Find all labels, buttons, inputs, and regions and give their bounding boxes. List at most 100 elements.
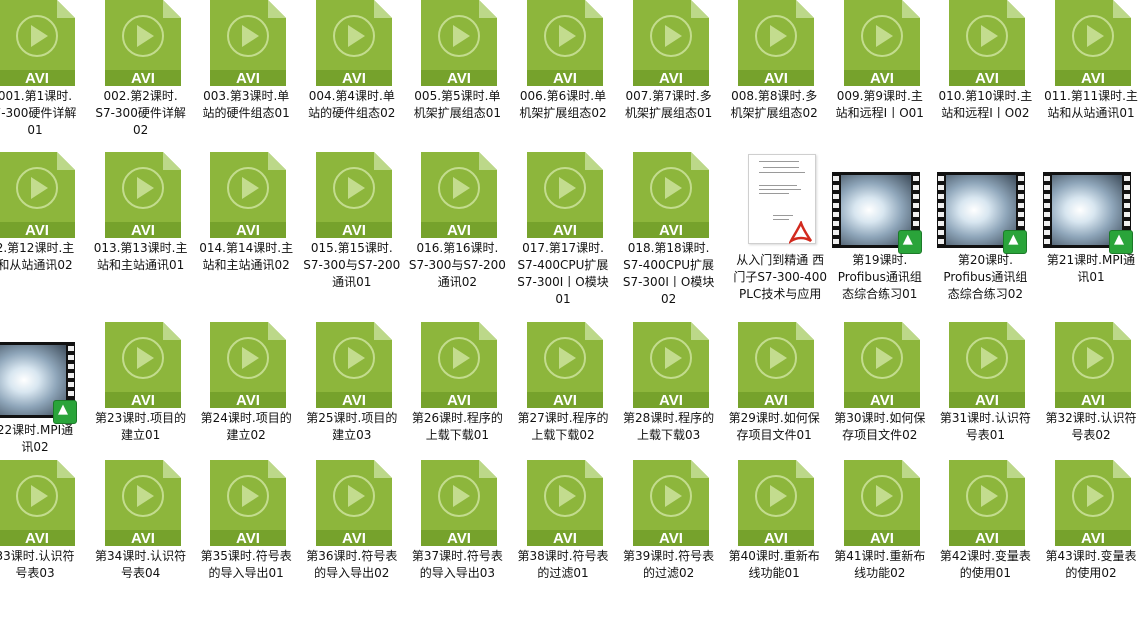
file-thumbnail[interactable]: AVI bbox=[300, 322, 404, 408]
file-thumbnail[interactable]: AVI bbox=[89, 460, 193, 546]
file-item[interactable]: AVI 013.第13课时.主 站和主站通讯01 bbox=[89, 152, 193, 312]
file-item[interactable]: AVI 010.第10课时.主 站和远程I丨O02 bbox=[933, 0, 1037, 160]
file-thumbnail[interactable]: AVI bbox=[405, 460, 509, 546]
file-item[interactable]: AVI 第39课时.符号表 的过滤02 bbox=[617, 460, 721, 620]
file-item[interactable]: AVI 004.第4课时.单 站的硬件组态02 bbox=[300, 0, 404, 160]
file-item[interactable]: AVI 014.第14课时.主 站和主站通讯02 bbox=[194, 152, 298, 312]
file-item[interactable]: AVI 第34课时.认识符 号表04 bbox=[89, 460, 193, 620]
file-thumbnail[interactable]: AVI bbox=[933, 0, 1037, 86]
file-thumbnail[interactable]: AVI bbox=[722, 0, 826, 86]
file-item[interactable]: AVI 第31课时.认识符 号表01 bbox=[933, 322, 1037, 482]
pdf-file-icon bbox=[748, 154, 817, 244]
file-item[interactable]: 第20课时.Profibus通讯组态综合练习02 bbox=[933, 152, 1037, 312]
file-item[interactable]: AVI 第37课时.符号表 的导入导出03 bbox=[405, 460, 509, 620]
file-item[interactable]: AVI 003.第3课时.单 站的硬件组态01 bbox=[194, 0, 298, 160]
file-item[interactable]: AVI 015.第15课时. S7-300与S7-200 通讯01 bbox=[300, 152, 404, 312]
file-thumbnail[interactable]: AVI bbox=[194, 460, 298, 546]
file-item[interactable]: AVI 008.第8课时.多 机架扩展组态02 bbox=[722, 0, 826, 160]
file-item[interactable]: AVI 第43课时.变量表 的使用02 bbox=[1039, 460, 1143, 620]
file-item[interactable]: AVI 第29课时.如何保 存项目文件01 bbox=[722, 322, 826, 482]
file-item[interactable]: AVI 第30课时.如何保 存项目文件02 bbox=[828, 322, 932, 482]
file-thumbnail[interactable] bbox=[828, 152, 932, 254]
file-item[interactable]: 第19课时.Profibus通讯组态综合练习01 bbox=[828, 152, 932, 312]
file-item[interactable]: AVI 017.第17课时. S7-400CPU扩展 S7-300I丨O模块 01 bbox=[511, 152, 615, 312]
file-item[interactable]: AVI 第36课时.符号表 的导入导出02 bbox=[300, 460, 404, 620]
file-thumbnail[interactable]: AVI bbox=[617, 460, 721, 546]
file-item[interactable]: AVI 016.第16课时. S7-300与S7-200 通讯02 bbox=[405, 152, 509, 312]
avi-file-icon: AVI bbox=[949, 0, 1026, 86]
file-item[interactable]: AVI 33课时.认识符 号表03 bbox=[0, 460, 87, 620]
file-item[interactable]: AVI 第41课时.重新布 线功能02 bbox=[828, 460, 932, 620]
file-thumbnail[interactable]: AVI bbox=[0, 152, 87, 238]
file-thumbnail[interactable]: AVI bbox=[194, 322, 298, 408]
file-thumbnail[interactable]: AVI bbox=[617, 152, 721, 238]
file-item[interactable]: AVI 第42课时.变量表 的使用01 bbox=[933, 460, 1037, 620]
file-item[interactable]: 第21课时.MPI通讯01 bbox=[1039, 152, 1143, 312]
file-name-label: 第21课时.MPI通 讯01 bbox=[1046, 253, 1136, 284]
file-item[interactable]: AVI 006.第6课时.单 机架扩展组态02 bbox=[511, 0, 615, 160]
file-thumbnail[interactable]: AVI bbox=[828, 460, 932, 546]
avi-file-icon: AVI bbox=[738, 322, 815, 408]
file-thumbnail[interactable] bbox=[0, 322, 87, 424]
file-item[interactable]: AVI 005.第5课时.单 机架扩展组态01 bbox=[405, 0, 509, 160]
file-item[interactable]: AVI 009.第9课时.主 站和远程I丨O01 bbox=[828, 0, 932, 160]
file-item[interactable]: AVI 第27课时.程序的 上载下载02 bbox=[511, 322, 615, 482]
file-thumbnail[interactable]: AVI bbox=[1039, 0, 1143, 86]
file-item[interactable]: AVI 第24课时.项目的 建立02 bbox=[194, 322, 298, 482]
file-item[interactable]: AVI 007.第7课时.多 机架扩展组态01 bbox=[617, 0, 721, 160]
avi-label: AVI bbox=[1081, 70, 1105, 86]
avi-label: AVI bbox=[1081, 530, 1105, 546]
file-thumbnail[interactable]: AVI bbox=[405, 322, 509, 408]
avi-label: AVI bbox=[25, 530, 49, 546]
file-thumbnail[interactable]: AVI bbox=[511, 322, 615, 408]
file-thumbnail[interactable]: AVI bbox=[933, 460, 1037, 546]
file-item[interactable]: 22课时.MPI通讯02 bbox=[0, 322, 87, 482]
file-item[interactable]: AVI 第35课时.符号表 的导入导出01 bbox=[194, 460, 298, 620]
file-item[interactable]: AVI 2.第12课时.主 和从站通讯02 bbox=[0, 152, 87, 312]
file-thumbnail[interactable] bbox=[1039, 152, 1143, 254]
file-thumbnail[interactable]: AVI bbox=[828, 0, 932, 86]
file-item[interactable]: AVI 第26课时.程序的 上载下载01 bbox=[405, 322, 509, 482]
file-thumbnail[interactable]: AVI bbox=[828, 322, 932, 408]
file-name-label: 003.第3课时.单 站的硬件组态01 bbox=[202, 89, 290, 120]
file-thumbnail[interactable] bbox=[728, 152, 832, 244]
file-thumbnail[interactable]: AVI bbox=[1039, 460, 1143, 546]
file-item[interactable]: AVI 第25课时.项目的 建立03 bbox=[300, 322, 404, 482]
file-item[interactable]: AVI 002.第2课时. S7-300硬件详解 02 bbox=[89, 0, 193, 160]
file-name-label: 33课时.认识符 号表03 bbox=[0, 549, 75, 580]
avi-label: AVI bbox=[659, 392, 683, 408]
file-thumbnail[interactable]: AVI bbox=[1039, 322, 1143, 408]
file-thumbnail[interactable]: AVI bbox=[511, 460, 615, 546]
file-item[interactable]: AVI 018.第18课时. S7-400CPU扩展 S7-300I丨O模块 02 bbox=[617, 152, 721, 312]
file-item[interactable]: AVI 第28课时.程序的 上载下载03 bbox=[617, 322, 721, 482]
file-thumbnail[interactable]: AVI bbox=[722, 322, 826, 408]
file-thumbnail[interactable]: AVI bbox=[933, 322, 1037, 408]
file-thumbnail[interactable]: AVI bbox=[89, 0, 193, 86]
avi-file-icon: AVI bbox=[421, 322, 498, 408]
file-item[interactable]: AVI 011.第11课时.主 站和从站通讯01 bbox=[1039, 0, 1143, 160]
file-thumbnail[interactable]: AVI bbox=[194, 0, 298, 86]
file-thumbnail[interactable]: AVI bbox=[89, 322, 193, 408]
file-item[interactable]: 从入门到精通 西门子S7-300-400 PLC技术与应用 bbox=[728, 152, 832, 312]
file-thumbnail[interactable]: AVI bbox=[511, 152, 615, 238]
file-thumbnail[interactable]: AVI bbox=[300, 0, 404, 86]
file-thumbnail[interactable]: AVI bbox=[617, 0, 721, 86]
file-thumbnail[interactable]: AVI bbox=[300, 460, 404, 546]
file-item[interactable]: AVI 001.第1课时. 7-300硬件详解 01 bbox=[0, 0, 87, 160]
file-item[interactable]: AVI 第40课时.重新布 线功能01 bbox=[722, 460, 826, 620]
file-thumbnail[interactable]: AVI bbox=[89, 152, 193, 238]
file-thumbnail[interactable]: AVI bbox=[405, 0, 509, 86]
file-thumbnail[interactable] bbox=[933, 152, 1037, 254]
file-thumbnail[interactable]: AVI bbox=[722, 460, 826, 546]
file-thumbnail[interactable]: AVI bbox=[194, 152, 298, 238]
file-thumbnail[interactable]: AVI bbox=[300, 152, 404, 238]
file-thumbnail[interactable]: AVI bbox=[0, 460, 87, 546]
file-thumbnail[interactable]: AVI bbox=[0, 0, 87, 86]
file-thumbnail[interactable]: AVI bbox=[617, 322, 721, 408]
file-thumbnail[interactable]: AVI bbox=[405, 152, 509, 238]
file-item[interactable]: AVI 第38课时.符号表 的过滤01 bbox=[511, 460, 615, 620]
file-name-label: 第35课时.符号表 的导入导出01 bbox=[200, 549, 292, 580]
file-item[interactable]: AVI 第23课时.项目的 建立01 bbox=[89, 322, 193, 482]
file-thumbnail[interactable]: AVI bbox=[511, 0, 615, 86]
file-item[interactable]: AVI 第32课时.认识符 号表02 bbox=[1039, 322, 1143, 482]
